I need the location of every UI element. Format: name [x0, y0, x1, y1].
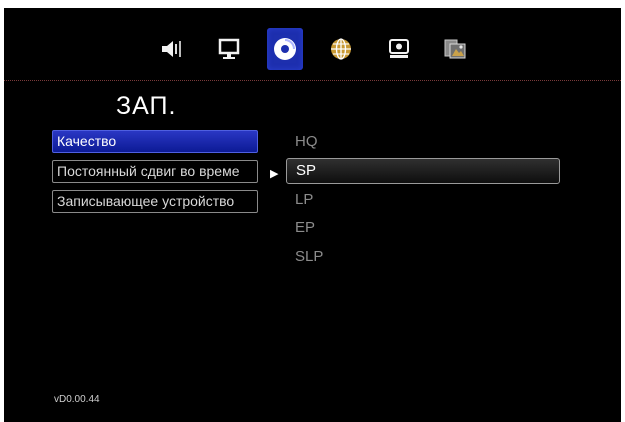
speaker-icon — [162, 41, 181, 57]
tab-record[interactable] — [267, 28, 303, 70]
header-divider — [4, 80, 621, 81]
settings-screen: ЗАП. Качество Постоянный сдвиг во време … — [4, 8, 621, 422]
option-hq[interactable]: HQ — [286, 130, 560, 156]
tab-media[interactable] — [437, 28, 473, 70]
menu-item-label: Записывающее устройство — [57, 193, 235, 209]
tab-audio[interactable] — [153, 28, 189, 70]
firmware-version: vD0.00.44 — [54, 394, 100, 405]
category-tabs — [4, 26, 621, 82]
tab-video[interactable] — [211, 28, 247, 70]
option-ep[interactable]: EP — [286, 216, 560, 242]
option-slp[interactable]: SLP — [286, 245, 560, 271]
option-sp[interactable]: SP — [286, 158, 560, 184]
globe-icon — [331, 38, 351, 60]
tab-network[interactable] — [323, 28, 359, 70]
monitor-icon — [218, 38, 240, 59]
disc-icon — [274, 38, 296, 60]
tab-system[interactable] — [381, 28, 417, 70]
option-lp[interactable]: LP — [286, 188, 560, 214]
menu-item-label: Постоянный сдвиг во време — [57, 163, 240, 179]
photo-icon — [444, 39, 466, 59]
menu-item-recorder[interactable]: Записывающее устройство — [52, 190, 258, 213]
page-title: ЗАП. — [116, 92, 177, 120]
focus-arrow-icon: ▶ — [270, 168, 279, 180]
menu-item-label: Качество — [57, 133, 117, 149]
menu-item-quality[interactable]: Качество — [52, 130, 258, 153]
system-icon — [389, 39, 409, 58]
menu-item-timeshift[interactable]: Постоянный сдвиг во време — [52, 160, 258, 183]
